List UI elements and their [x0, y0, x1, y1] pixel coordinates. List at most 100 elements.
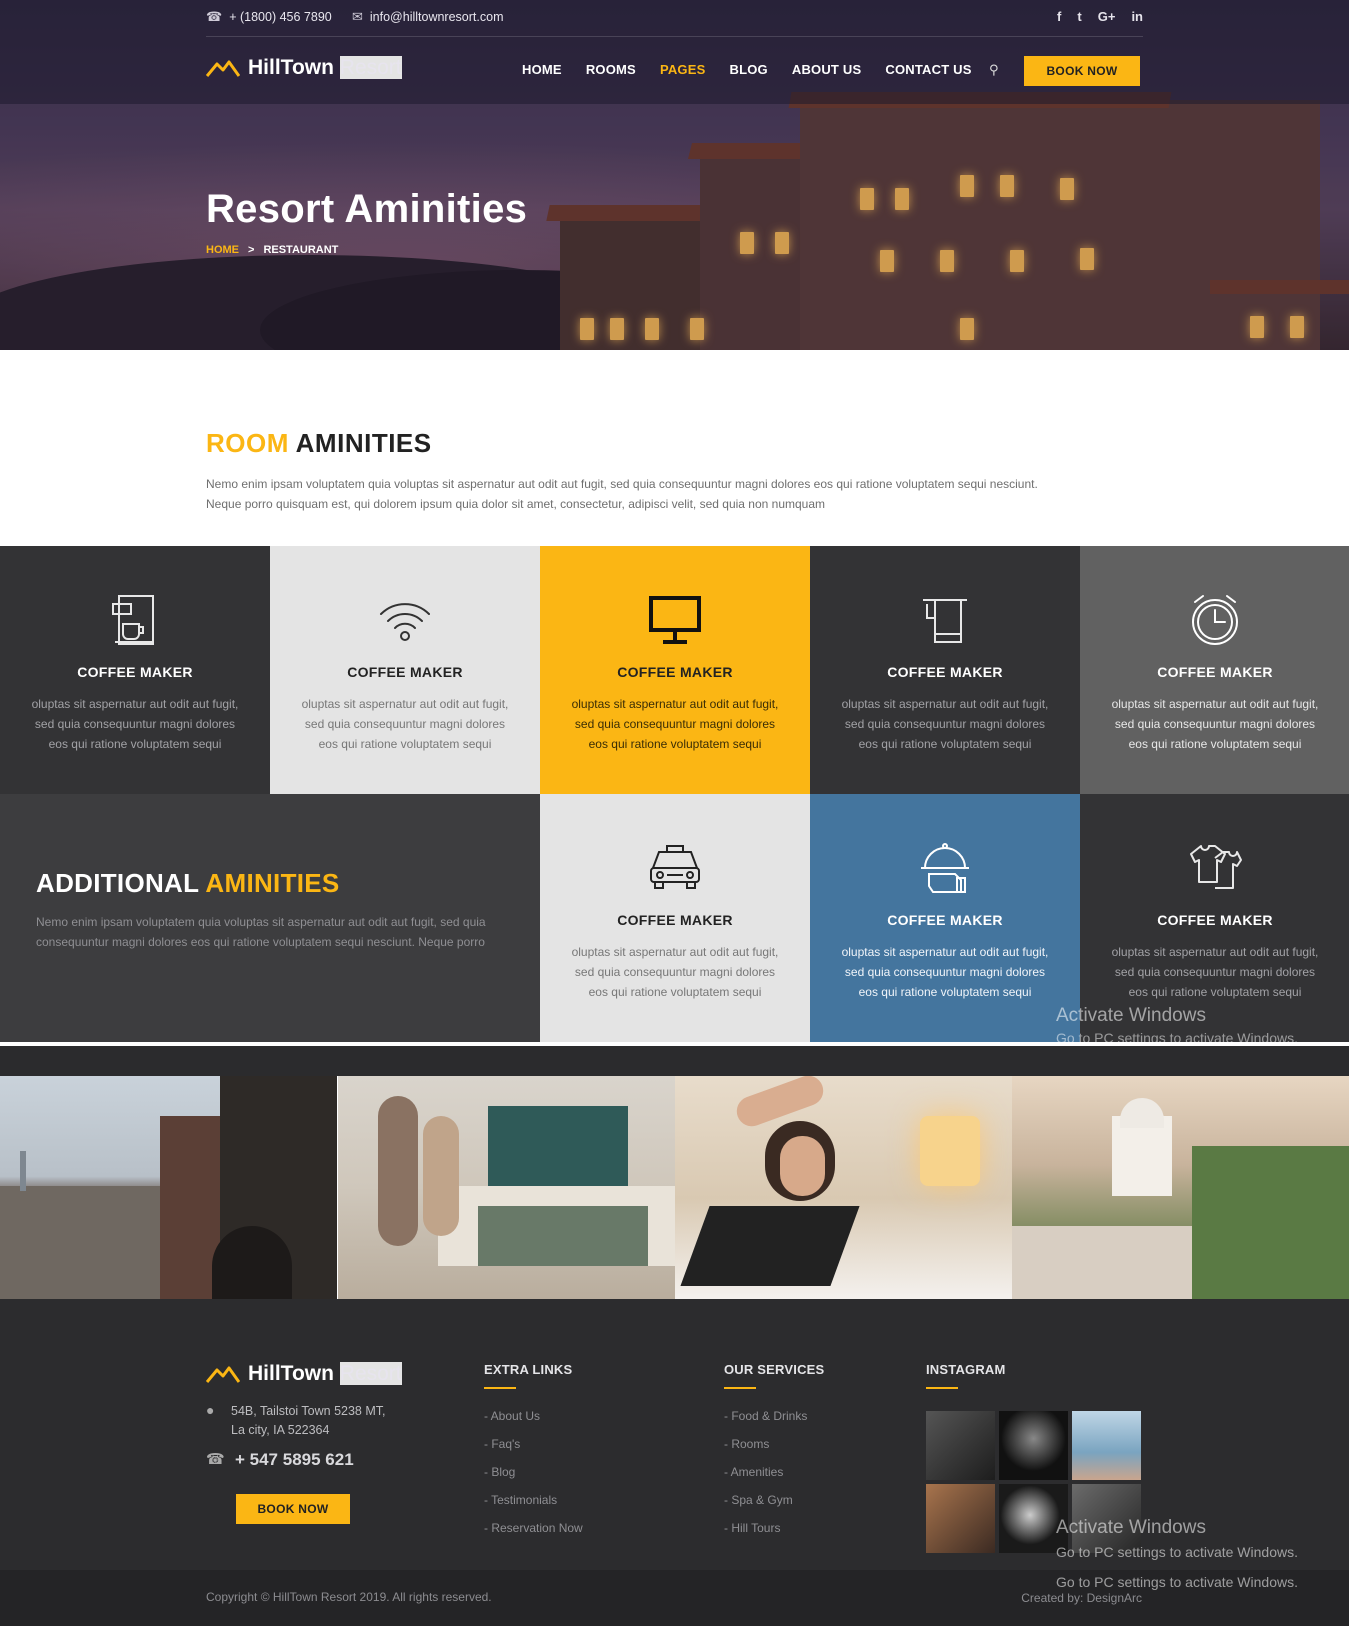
nav-pages[interactable]: PAGES: [660, 62, 706, 77]
footer-link-about-us[interactable]: - About Us: [484, 1409, 583, 1437]
room-amenities-title-accent: ROOM: [206, 428, 289, 458]
additional-title-rest: ADDITIONAL: [36, 868, 199, 898]
windows-activation-watermark: Activate Windows: [1056, 1005, 1206, 1026]
amenity-text: oluptas sit aspernatur aut odit aut fugi…: [1111, 945, 1319, 999]
amenity-card: COFFEE MAKER oluptas sit aspernatur aut …: [0, 546, 270, 794]
top-header: [0, 0, 1349, 104]
footer-link-reservation[interactable]: - Reservation Now: [484, 1521, 583, 1549]
gallery-image-city-hotel[interactable]: [0, 1076, 337, 1299]
amenity-title: COFFEE MAKER: [1157, 912, 1273, 928]
instagram-thumb[interactable]: [1072, 1411, 1141, 1480]
instagram-thumb[interactable]: [926, 1411, 995, 1480]
instagram-thumb[interactable]: [926, 1484, 995, 1553]
nav-rooms[interactable]: ROOMS: [586, 62, 636, 77]
amenity-title: COFFEE MAKER: [1157, 664, 1273, 680]
gallery-image-woman-laptop[interactable]: [675, 1076, 1012, 1299]
instagram-thumb[interactable]: [999, 1411, 1068, 1480]
amenity-title: COFFEE MAKER: [617, 664, 733, 680]
alarm-clock-icon: [1192, 595, 1238, 645]
footer-link-faqs[interactable]: - Faq's: [484, 1437, 583, 1465]
footer-address: 54B, Tailstoi Town 5238 MT, La city, IA …: [231, 1402, 386, 1440]
additional-title-accent: AMINITIES: [205, 868, 340, 898]
envelope-icon: ✉: [352, 9, 363, 24]
linkedin-icon[interactable]: in: [1131, 9, 1143, 24]
photo-gallery: [0, 1076, 1349, 1299]
amenity-title: COFFEE MAKER: [77, 664, 193, 680]
credit-text: Created by: DesignArc: [1021, 1591, 1142, 1605]
breadcrumb-home[interactable]: HOME: [206, 244, 239, 256]
room-amenities-description: Nemo enim ipsam voluptatem quia voluptas…: [206, 474, 1146, 514]
brand-logo[interactable]: HillTown Resort: [206, 56, 402, 80]
amenity-card: COFFEE MAKER oluptas sit aspernatur aut …: [810, 546, 1080, 794]
footer-service-tours[interactable]: - Hill Tours: [724, 1521, 807, 1549]
amenity-title: COFFEE MAKER: [617, 912, 733, 928]
footer-link-testimonials[interactable]: - Testimonials: [484, 1493, 583, 1521]
extra-links-title: EXTRA LINKS: [484, 1362, 573, 1389]
header-email[interactable]: ✉ info@hilltownresort.com: [352, 9, 503, 25]
header-phone-text: + (1800) 456 7890: [229, 10, 332, 24]
amenity-card: COFFEE MAKER oluptas sit aspernatur aut …: [1080, 546, 1349, 794]
search-icon[interactable]: ⚲: [989, 62, 999, 78]
footer-service-spa[interactable]: - Spa & Gym: [724, 1493, 807, 1521]
additional-amenities-title: ADDITIONAL AMINITIES: [36, 868, 340, 899]
windows-activation-watermark: Activate Windows: [1056, 1517, 1206, 1538]
footer-service-food[interactable]: - Food & Drinks: [724, 1409, 807, 1437]
twitter-icon[interactable]: t: [1077, 9, 1081, 24]
amenity-card: COFFEE MAKER oluptas sit aspernatur aut …: [540, 794, 810, 1042]
breadcrumb: HOME > RESTAURANT: [206, 244, 338, 256]
room-amenities-title: ROOM AMINITIES: [206, 428, 432, 459]
windows-activation-watermark-sub: Go to PC settings to activate Windows.: [1056, 1574, 1298, 1590]
footer-service-rooms[interactable]: - Rooms: [724, 1437, 807, 1465]
nav-contact-us[interactable]: CONTACT US: [885, 62, 971, 77]
amenity-card: COFFEE MAKER oluptas sit aspernatur aut …: [540, 546, 810, 794]
footer-brand-name-light: Resort: [339, 1362, 402, 1385]
amenity-title: COFFEE MAKER: [887, 664, 1003, 680]
phone-icon: ☎: [206, 9, 223, 24]
windows-activation-watermark-sub: Go to PC settings to activate Windows.: [1056, 1544, 1298, 1560]
amenity-text: oluptas sit aspernatur aut odit aut fugi…: [31, 697, 239, 751]
breadcrumb-separator-icon: >: [248, 244, 255, 256]
brand-name-bold: HillTown: [248, 56, 334, 79]
header-phone[interactable]: ☎ + (1800) 456 7890: [206, 9, 332, 25]
nav-home[interactable]: HOME: [522, 62, 562, 77]
gallery-image-coastal-village[interactable]: [1012, 1076, 1349, 1299]
amenity-card: COFFEE MAKER oluptas sit aspernatur aut …: [810, 794, 1080, 1042]
header-email-text: info@hilltownresort.com: [369, 10, 504, 24]
amenity-text: oluptas sit aspernatur aut odit aut fugi…: [301, 697, 509, 751]
towel-icon: [923, 599, 967, 643]
additional-amenities-box: ADDITIONAL AMINITIES Nemo enim ipsam vol…: [0, 794, 540, 1042]
footer-service-amenities[interactable]: - Amenities: [724, 1465, 807, 1493]
mountain-logo-icon: [206, 1366, 240, 1383]
extra-links-list: - About Us - Faq's - Blog - Testimonials…: [484, 1409, 583, 1549]
footer-address-line-2: La city, IA 522364: [231, 1423, 330, 1437]
footer-book-now-button[interactable]: BOOK NOW: [236, 1494, 350, 1524]
monitor-icon: [649, 596, 701, 644]
google-plus-icon[interactable]: G+: [1098, 9, 1116, 24]
amenity-text: oluptas sit aspernatur aut odit aut fugi…: [1111, 697, 1319, 751]
page-title: Resort Aminities: [206, 187, 528, 231]
amenity-text: oluptas sit aspernatur aut odit aut fugi…: [571, 697, 779, 751]
nav-about-us[interactable]: ABOUT US: [792, 62, 862, 77]
header-book-now-button[interactable]: BOOK NOW: [1024, 56, 1140, 86]
amenity-text: oluptas sit aspernatur aut odit aut fugi…: [841, 697, 1049, 751]
breadcrumb-current: RESTAURANT: [263, 244, 339, 256]
footer-brand-logo[interactable]: HillTown Resort: [206, 1362, 402, 1386]
windows-activation-watermark-sub: Go to PC settings to activate Windows.: [1056, 1030, 1298, 1046]
location-pin-icon: ●: [206, 1402, 215, 1418]
taxi-icon: [650, 845, 700, 889]
footer-phone[interactable]: + 547 5895 621: [235, 1450, 354, 1470]
footer-link-blog[interactable]: - Blog: [484, 1465, 583, 1493]
brand-name-light: Resort: [339, 56, 402, 79]
mountain-logo-icon: [206, 60, 240, 77]
wifi-icon: [380, 603, 430, 641]
gallery-image-bedroom[interactable]: [338, 1076, 675, 1299]
additional-amenities-description: Nemo enim ipsam voluptatem quia voluptas…: [36, 915, 486, 949]
services-list: - Food & Drinks - Rooms - Amenities - Sp…: [724, 1409, 807, 1549]
laundry-icon: [1190, 845, 1242, 889]
footer-brand-name-bold: HillTown: [248, 1362, 334, 1385]
coffee-maker-icon: [112, 595, 154, 645]
amenity-text: oluptas sit aspernatur aut odit aut fugi…: [841, 945, 1049, 999]
nav-blog[interactable]: BLOG: [730, 62, 768, 77]
amenity-card: COFFEE MAKER oluptas sit aspernatur aut …: [270, 546, 540, 794]
facebook-icon[interactable]: f: [1057, 9, 1061, 24]
